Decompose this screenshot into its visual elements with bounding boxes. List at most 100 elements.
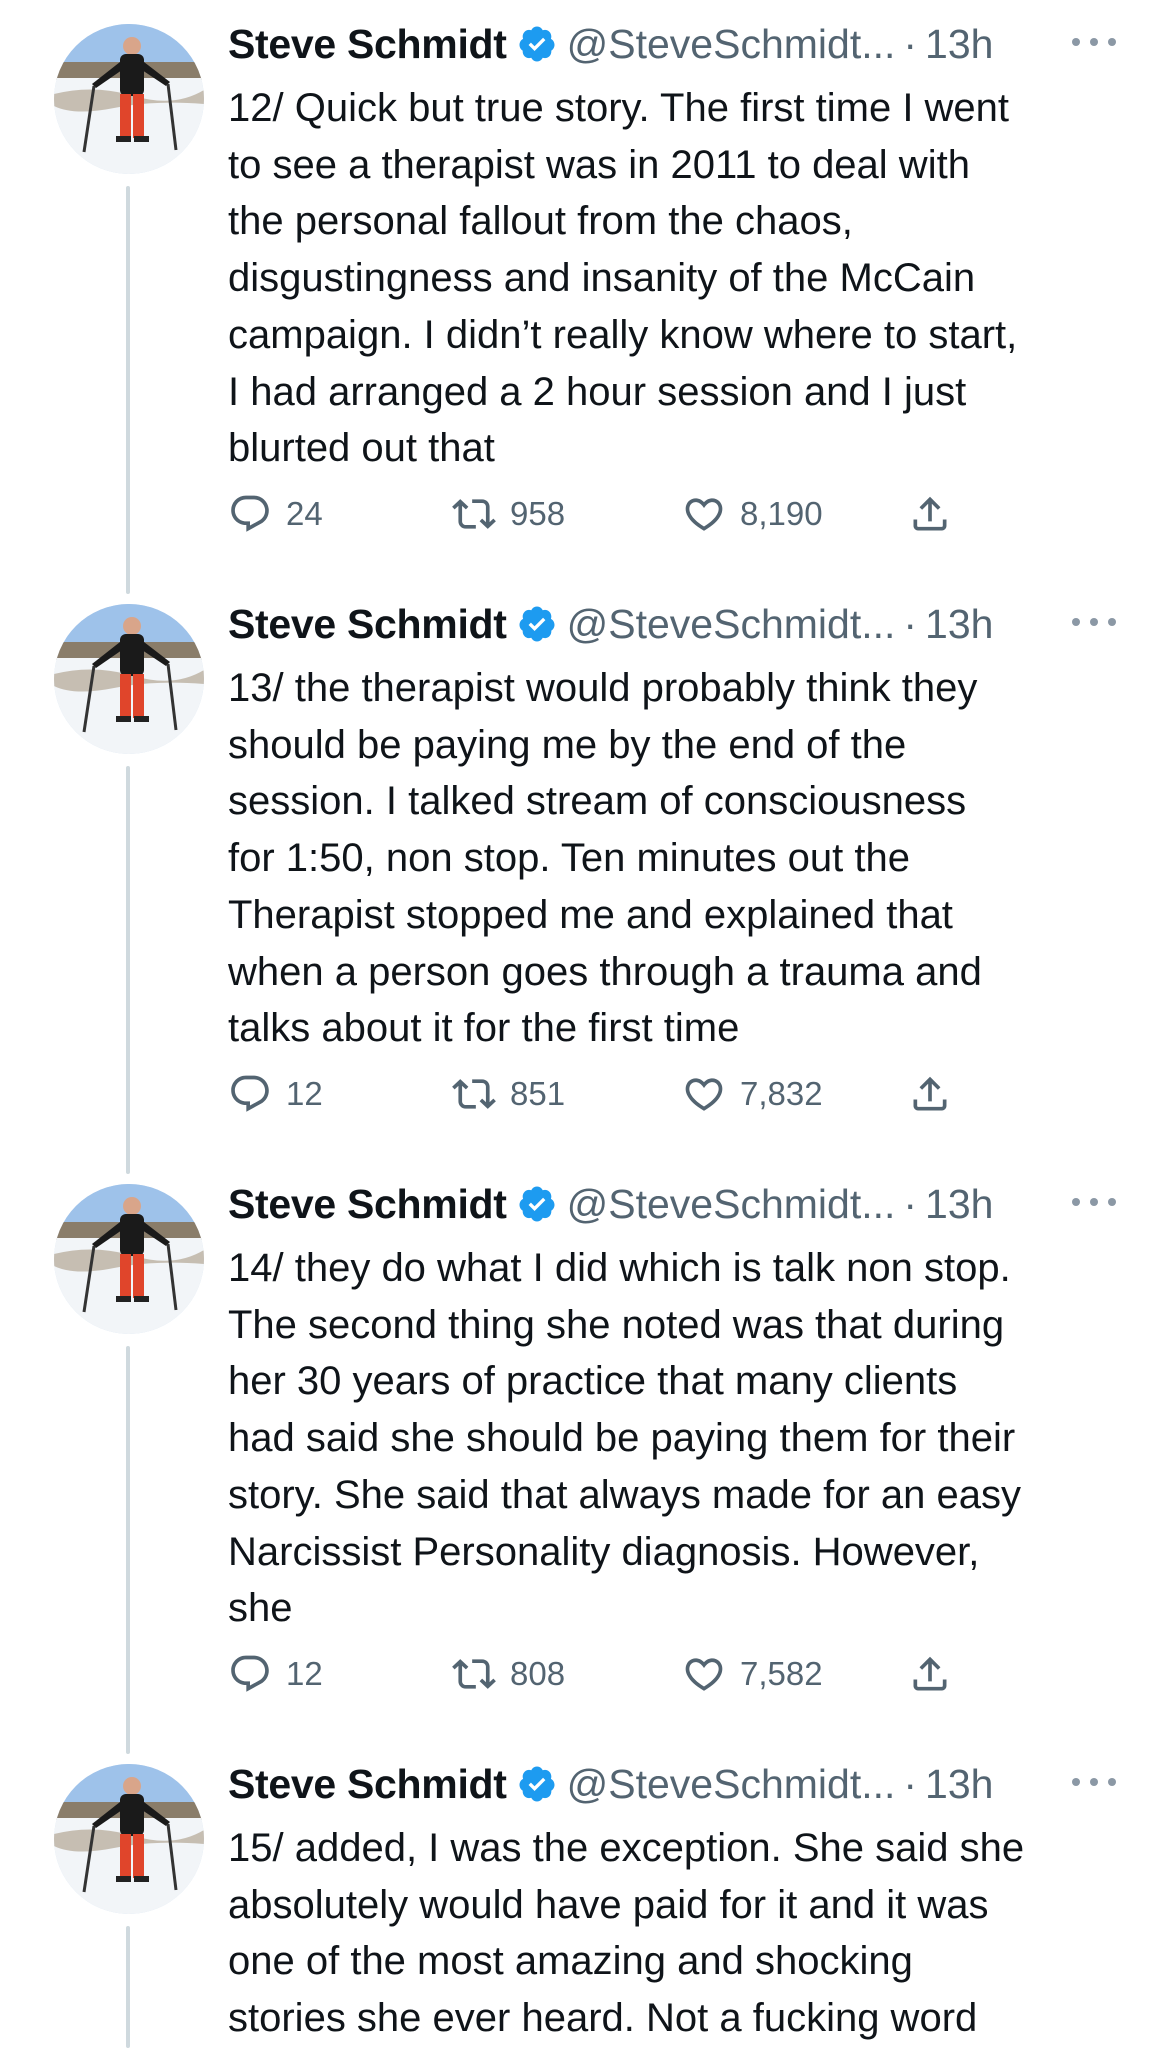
- avatar[interactable]: [54, 1184, 204, 1334]
- tweet-text-line: campaign. I didn’t really know where to …: [228, 312, 1018, 357]
- timestamp[interactable]: 13h: [925, 601, 993, 648]
- like-count: 7,832: [740, 1075, 823, 1112]
- like-count: 7,582: [740, 1655, 823, 1692]
- like-heart-icon: [685, 498, 723, 531]
- avatar[interactable]: [54, 1764, 204, 1914]
- reply-button[interactable]: 12: [228, 1646, 323, 1702]
- tweet-text-line: stories she ever heard. Not a fucking wo…: [228, 1996, 978, 2041]
- tweet-text-line: story. She said that always made for an …: [228, 1472, 1021, 1517]
- more-options-icon[interactable]: [1072, 22, 1116, 62]
- verified-badge-icon: [519, 606, 555, 642]
- avatar-image: [54, 1184, 204, 1334]
- author-name[interactable]: Steve Schmidt: [228, 1181, 507, 1228]
- author-handle[interactable]: @SteveSchmidt...: [567, 21, 896, 68]
- timestamp[interactable]: 13h: [925, 21, 993, 68]
- tweet-text: 15/ added, I was the exception. She said…: [228, 1820, 1128, 2047]
- tweet-text-line: should be paying me by the end of the: [228, 722, 907, 767]
- tweet-text-line: disgustingness and insanity of the McCai…: [228, 256, 976, 301]
- tweet-text-line: talks about it for the first time: [228, 1006, 740, 1051]
- more-options-icon[interactable]: [1072, 1762, 1116, 1802]
- like-button[interactable]: 7,832: [682, 1066, 823, 1122]
- separator-dot: ·: [903, 1180, 918, 1227]
- reply-icon: [231, 1075, 269, 1112]
- retweet-icon: [452, 499, 496, 529]
- tweet[interactable]: Steve Schmidt @SteveSchmidt... · 13h 15/…: [0, 1740, 1168, 2048]
- author-name[interactable]: Steve Schmidt: [228, 601, 507, 648]
- share-icon: [913, 1076, 947, 1111]
- tweet-text-line: 12/ Quick but true story. The first time…: [228, 86, 1010, 130]
- like-button[interactable]: 7,582: [682, 1646, 823, 1702]
- avatar-image: [54, 24, 204, 174]
- reply-icon: [231, 495, 269, 532]
- tweet-text-line: for 1:50, non stop. Ten minutes out the: [228, 836, 910, 881]
- like-count: 8,190: [740, 495, 823, 532]
- separator-dot: ·: [903, 20, 918, 67]
- author-handle[interactable]: @SteveSchmidt...: [567, 601, 896, 648]
- tweet-text-line: to see a therapist was in 2011 to deal w…: [228, 142, 970, 187]
- tweet-actions: 12 808 7,582: [228, 1646, 988, 1702]
- author-handle[interactable]: @SteveSchmidt...: [567, 1181, 896, 1228]
- tweet-text-line: I had arranged a 2 hour session and I ju…: [228, 369, 967, 414]
- reply-button[interactable]: 24: [228, 486, 323, 542]
- share-button[interactable]: [908, 486, 952, 542]
- retweet-count: 808: [510, 1655, 566, 1692]
- tweet-text-line: Narcissist Personality diagnosis. Howeve…: [228, 1529, 980, 1574]
- timestamp[interactable]: 13h: [925, 1761, 993, 1808]
- tweet-text-line: The second thing she noted was that duri…: [228, 1302, 1005, 1347]
- tweet-text-line: her 30 years of practice that many clien…: [228, 1359, 958, 1404]
- timestamp[interactable]: 13h: [925, 1181, 993, 1228]
- tweet-text-line: 14/ they do what I did which is talk non…: [228, 1246, 1011, 1290]
- retweet-button[interactable]: 851: [452, 1066, 565, 1122]
- tweet-text: 14/ they do what I did which is talk non…: [228, 1240, 1128, 1637]
- separator-dot: ·: [903, 600, 918, 647]
- share-button[interactable]: [908, 1066, 952, 1122]
- retweet-count: 851: [510, 1075, 566, 1112]
- verified-badge-icon: [519, 1186, 555, 1222]
- reply-button[interactable]: 12: [228, 1066, 323, 1122]
- tweet-header: Steve Schmidt @SteveSchmidt... · 13h: [228, 1756, 993, 1812]
- tweet-text: 13/ the therapist would probably think t…: [228, 660, 1128, 1057]
- tweet-text-line: 15/ added, I was the exception. She said…: [228, 1826, 1025, 1870]
- tweet-text-line: she: [228, 1586, 293, 1631]
- share-icon: [913, 496, 947, 531]
- retweet-button[interactable]: 808: [452, 1646, 565, 1702]
- reply-count: 24: [286, 495, 323, 532]
- tweet-text-line: 13/ the therapist would probably think t…: [228, 666, 978, 710]
- retweet-icon: [452, 1079, 496, 1109]
- author-name[interactable]: Steve Schmidt: [228, 21, 507, 68]
- retweet-button[interactable]: 958: [452, 486, 565, 542]
- tweet-actions: 24 958 8,190: [228, 486, 988, 542]
- tweet-text-line: blurted out that: [228, 426, 495, 471]
- tweet-text-line: absolutely would have paid for it and it…: [228, 1882, 989, 1927]
- share-button[interactable]: [908, 1646, 952, 1702]
- author-name[interactable]: Steve Schmidt: [228, 1761, 507, 1808]
- retweet-icon: [452, 1659, 496, 1689]
- more-options-icon[interactable]: [1072, 1182, 1116, 1222]
- tweet-text: 12/ Quick but true story. The first time…: [228, 80, 1128, 477]
- avatar[interactable]: [54, 24, 204, 174]
- tweet-header: Steve Schmidt @SteveSchmidt... · 13h: [228, 16, 993, 72]
- reply-count: 12: [286, 1075, 323, 1112]
- retweet-count: 958: [510, 495, 566, 532]
- tweet-text-line: when a person goes through a trauma and: [228, 949, 982, 994]
- tweet-text-line: one of the most amazing and shocking: [228, 1939, 913, 1984]
- reply-icon: [231, 1655, 269, 1692]
- like-button[interactable]: 8,190: [682, 486, 823, 542]
- tweet-text-line: had said she should be paying them for t…: [228, 1416, 1016, 1461]
- tweet[interactable]: Steve Schmidt @SteveSchmidt... · 13h 12/…: [0, 0, 1168, 580]
- avatar-image: [54, 604, 204, 754]
- avatar[interactable]: [54, 604, 204, 754]
- tweet-header: Steve Schmidt @SteveSchmidt... · 13h: [228, 1176, 993, 1232]
- like-heart-icon: [685, 1078, 723, 1111]
- separator-dot: ·: [903, 1760, 918, 1807]
- avatar-image: [54, 1764, 204, 1914]
- author-handle[interactable]: @SteveSchmidt...: [567, 1761, 896, 1808]
- tweet-actions: 12 851 7,832: [228, 1066, 988, 1122]
- tweet[interactable]: Steve Schmidt @SteveSchmidt... · 13h 13/…: [0, 580, 1168, 1160]
- tweet-text-line: session. I talked stream of consciousnes…: [228, 779, 967, 824]
- tweet-text-line: Therapist stopped me and explained that: [228, 892, 953, 937]
- tweet[interactable]: Steve Schmidt @SteveSchmidt... · 13h 14/…: [0, 1160, 1168, 1740]
- more-options-icon[interactable]: [1072, 602, 1116, 642]
- verified-badge-icon: [519, 26, 555, 62]
- verified-badge-icon: [519, 1766, 555, 1802]
